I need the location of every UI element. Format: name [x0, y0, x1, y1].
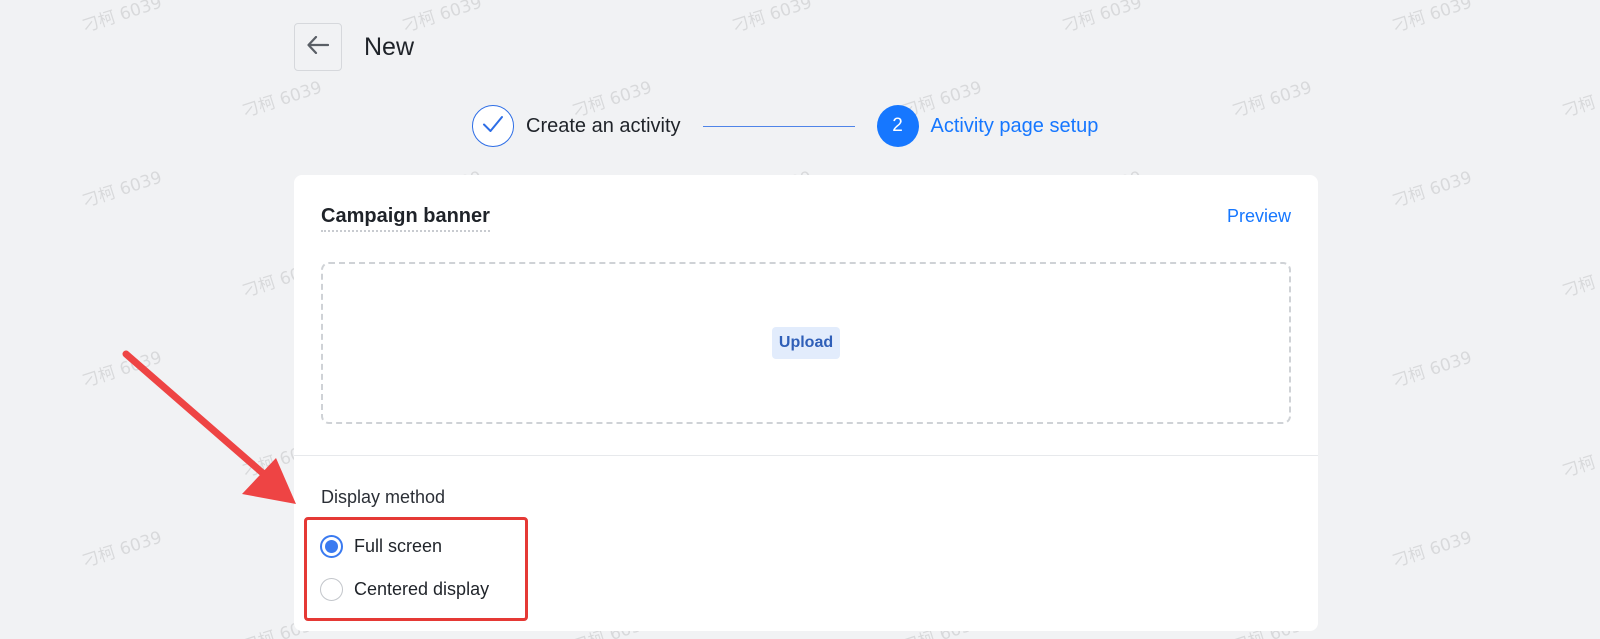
watermark-text: 刁柯 6039 — [1389, 167, 1475, 213]
step-2-indicator: 2 — [876, 105, 919, 147]
banner-upload-area[interactable]: Upload — [321, 262, 1291, 424]
check-icon — [482, 115, 504, 138]
watermark-text: 刁柯 6039 — [79, 167, 165, 213]
preview-link[interactable]: Preview — [1227, 206, 1291, 227]
watermark-text: 刁柯 6039 — [1059, 0, 1145, 38]
step-2-label: Activity page setup — [930, 114, 1099, 137]
section-title: Campaign banner — [321, 205, 490, 232]
upload-button[interactable]: Upload — [771, 327, 841, 359]
watermark-text: 刁柯 6039 — [1389, 527, 1475, 573]
arrow-left-icon — [307, 35, 330, 59]
annotation-arrow-icon — [118, 346, 308, 521]
watermark-text: 刁柯 6039 — [1389, 347, 1475, 393]
watermark-text: 刁柯 6039 — [1559, 77, 1600, 123]
back-button[interactable] — [294, 23, 342, 71]
watermark-text: 刁柯 6039 — [729, 0, 815, 38]
watermark-text: 刁柯 6039 — [79, 527, 165, 573]
step-connector — [702, 125, 855, 127]
step-1-indicator — [472, 105, 514, 147]
watermark-text: 刁柯 6039 — [1559, 437, 1600, 483]
page: 刁柯 6039 刁柯 6039 刁柯 6039 刁柯 6039 刁柯 6039 刁柯 60… — [0, 0, 1600, 639]
watermark-text: 刁柯 6039 — [1229, 77, 1315, 123]
watermark-text: 刁柯 6039 — [1389, 0, 1475, 38]
watermark-text: 刁柯 6039 — [1559, 257, 1600, 303]
display-method-label: Display method — [321, 487, 446, 507]
step-1-label: Create an activity — [526, 114, 681, 137]
watermark-text: 刁柯 6039 — [79, 0, 165, 38]
page-title: New — [364, 33, 415, 61]
watermark-text: 刁柯 6039 — [239, 77, 325, 123]
steps-indicator: Create an activity 2 Activity page setup — [472, 104, 1098, 148]
divider — [294, 455, 1318, 456]
annotation-highlight-box — [304, 517, 528, 621]
